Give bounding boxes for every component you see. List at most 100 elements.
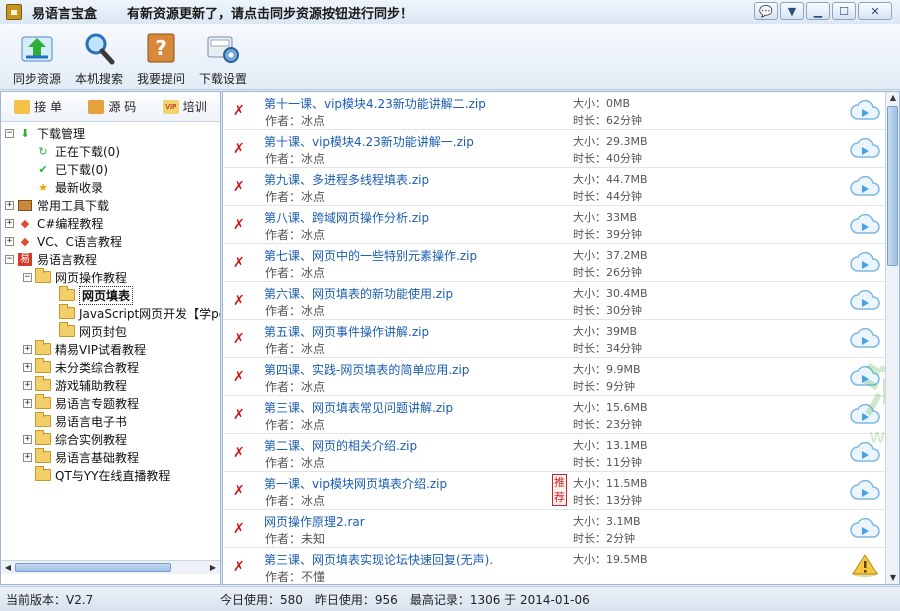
expand-icon[interactable]: +	[23, 344, 32, 354]
tree-node-common-tools[interactable]: + 常用工具下载	[1, 196, 220, 214]
delete-icon[interactable]: ✗	[233, 332, 247, 346]
file-row[interactable]: ✗ 第一课、vip模块网页填表介绍.zip 作者：冰点 推荐 大小：11.5MB 时长：1…	[223, 472, 899, 510]
tree-node-web-fill[interactable]: 网页填表	[1, 285, 220, 305]
tree-node-downloaded[interactable]: ✔ 已下载(0)	[1, 160, 220, 178]
file-row[interactable]: ✗ 第九课、多进程多线程填表.zip 作者：冰点 大小：44.7MB 时长：44分钟	[223, 168, 899, 206]
file-name-link[interactable]: 第三课、网页填表常见问题讲解.zip	[264, 399, 453, 416]
cloud-play-icon[interactable]	[850, 477, 880, 503]
tab-training[interactable]: VIP 培训	[162, 98, 207, 115]
file-name-link[interactable]: 第十课、vip模块4.23新功能讲解一.zip	[264, 133, 474, 150]
tree-node-download-mgmt[interactable]: − ⬇ 下载管理	[1, 124, 220, 142]
scroll-up-icon[interactable]: ▲	[887, 92, 899, 104]
expand-icon[interactable]: +	[23, 380, 32, 390]
tree-node-vc[interactable]: + ◆ VC、C语言教程	[1, 232, 220, 250]
file-name-link[interactable]: 第八课、跨域网页操作分析.zip	[264, 209, 429, 226]
tree-node-ebook[interactable]: 易语言电子书	[1, 412, 220, 430]
local-search-button[interactable]: 本机搜索	[68, 24, 130, 89]
file-list-vertical-scrollbar[interactable]: ▲ ▼	[885, 92, 899, 584]
cloud-play-icon[interactable]	[850, 249, 880, 275]
cloud-play-icon[interactable]	[850, 363, 880, 389]
collapse-icon[interactable]: −	[5, 254, 14, 264]
file-name-link[interactable]: 第六课、网页填表的新功能使用.zip	[264, 285, 453, 302]
file-name-link[interactable]: 第四课、实践-网页填表的简单应用.zip	[264, 361, 469, 378]
tree-node-web-pkg[interactable]: 网页封包	[1, 322, 220, 340]
file-row[interactable]: ✗ 第八课、跨域网页操作分析.zip 作者：冰点 大小：33MB 时长：39分钟	[223, 206, 899, 244]
delete-icon[interactable]: ✗	[233, 484, 247, 498]
delete-icon[interactable]: ✗	[233, 560, 247, 574]
delete-icon[interactable]: ✗	[233, 370, 247, 384]
file-name-link[interactable]: 第三课、网页填表实现论坛快速回复(无声).	[264, 551, 493, 568]
tree-node-csharp[interactable]: + ◆ C#编程教程	[1, 214, 220, 232]
file-name-link[interactable]: 第九课、多进程多线程填表.zip	[264, 171, 429, 188]
file-row[interactable]: ✗ 第六课、网页填表的新功能使用.zip 作者：冰点 大小：30.4MB 时长：30分钟	[223, 282, 899, 320]
tree-node-special[interactable]: + 易语言专题教程	[1, 394, 220, 412]
download-settings-button[interactable]: 下载设置	[192, 24, 254, 89]
file-row[interactable]: ✗ 第二课、网页的相关介绍.zip 作者：冰点 大小：13.1MB 时长：11分钟	[223, 434, 899, 472]
cloud-play-icon[interactable]	[850, 135, 880, 161]
expand-icon[interactable]: +	[23, 398, 32, 408]
collapse-icon[interactable]: −	[23, 272, 32, 282]
cloud-play-icon[interactable]	[850, 515, 880, 541]
collapse-icon[interactable]: −	[5, 128, 14, 138]
cloud-play-icon[interactable]	[850, 97, 880, 123]
delete-icon[interactable]: ✗	[233, 522, 247, 536]
scroll-left-icon[interactable]: ◀	[2, 562, 14, 573]
delete-icon[interactable]: ✗	[233, 408, 247, 422]
feedback-button[interactable]: 💬	[754, 2, 778, 20]
cloud-play-icon[interactable]	[850, 401, 880, 427]
minimize-button[interactable]: ▁	[806, 2, 830, 20]
tree-node-uncat[interactable]: + 未分类综合教程	[1, 358, 220, 376]
expand-icon[interactable]: +	[23, 452, 32, 462]
tree-node-web-ops[interactable]: − 网页操作教程	[1, 268, 220, 286]
file-row[interactable]: ✗ 第十课、vip模块4.23新功能讲解一.zip 作者：冰点 大小：29.3MB 时长…	[223, 130, 899, 168]
file-row[interactable]: ✗ 第十一课、vip模块4.23新功能讲解二.zip 作者：冰点 大小：0MB 时长：6…	[223, 92, 899, 130]
cloud-play-icon[interactable]	[850, 211, 880, 237]
scroll-down-icon[interactable]: ▼	[887, 572, 899, 584]
file-row[interactable]: ✗ 第三课、网页填表常见问题讲解.zip 作者：冰点 大小：15.6MB 时长：23分钟	[223, 396, 899, 434]
tree-node-examples[interactable]: + 综合实例教程	[1, 430, 220, 448]
expand-icon[interactable]: +	[23, 434, 32, 444]
delete-icon[interactable]: ✗	[233, 142, 247, 156]
sync-resources-button[interactable]: 同步资源	[6, 24, 68, 89]
cloud-play-icon[interactable]	[850, 173, 880, 199]
file-name-link[interactable]: 第七课、网页中的一些特别元素操作.zip	[264, 247, 477, 264]
cloud-play-icon[interactable]	[850, 287, 880, 313]
delete-icon[interactable]: ✗	[233, 218, 247, 232]
delete-icon[interactable]: ✗	[233, 180, 247, 194]
tree-node-downloading[interactable]: ↻ 正在下载(0)	[1, 142, 220, 160]
tree-node-live[interactable]: QT与YY在线直播教程	[1, 466, 220, 484]
tree-node-js-web[interactable]: JavaScript网页开发【学po	[1, 304, 220, 322]
file-name-link[interactable]: 第二课、网页的相关介绍.zip	[264, 437, 417, 454]
tree-node-game[interactable]: + 游戏辅助教程	[1, 376, 220, 394]
file-name-link[interactable]: 第五课、网页事件操作讲解.zip	[264, 323, 429, 340]
expand-icon[interactable]: +	[23, 362, 32, 372]
cloud-play-icon[interactable]	[850, 325, 880, 351]
file-row[interactable]: ✗ 第五课、网页事件操作讲解.zip 作者：冰点 大小：39MB 时长：34分钟	[223, 320, 899, 358]
file-name-link[interactable]: 第一课、vip模块网页填表介绍.zip	[264, 475, 447, 492]
maximize-button[interactable]: ☐	[832, 2, 856, 20]
warning-icon[interactable]	[850, 553, 880, 579]
expand-icon[interactable]: +	[5, 236, 14, 246]
file-name-link[interactable]: 第十一课、vip模块4.23新功能讲解二.zip	[264, 95, 486, 112]
delete-icon[interactable]: ✗	[233, 256, 247, 270]
tree-node-vip-trial[interactable]: + 精易VIP试看教程	[1, 340, 220, 358]
scroll-right-icon[interactable]: ▶	[207, 562, 219, 573]
expand-icon[interactable]: +	[5, 200, 14, 210]
file-row[interactable]: ✗ 网页操作原理2.rar 作者：未知 大小：3.1MB 时长：2分钟	[223, 510, 899, 548]
file-name-link[interactable]: 网页操作原理2.rar	[264, 513, 365, 530]
tree-node-basics[interactable]: + 易语言基础教程	[1, 448, 220, 466]
file-row[interactable]: ✗ 第三课、网页填表实现论坛快速回复(无声). 作者：不懂 大小：19.5MB	[223, 548, 899, 584]
close-button[interactable]: ✕	[858, 2, 892, 20]
expand-icon[interactable]: +	[5, 218, 14, 228]
tree-node-latest[interactable]: ★ 最新收录	[1, 178, 220, 196]
tab-orders[interactable]: 接 单	[14, 98, 62, 115]
ask-question-button[interactable]: ? 我要提问	[130, 24, 192, 89]
menu-dropdown-button[interactable]: ▼	[780, 2, 804, 20]
tree-horizontal-scrollbar[interactable]: ◀ ▶	[1, 560, 220, 574]
file-row[interactable]: ✗ 第七课、网页中的一些特别元素操作.zip 作者：冰点 大小：37.2MB 时长：26…	[223, 244, 899, 282]
tab-source[interactable]: 源 码	[88, 98, 136, 115]
scroll-thumb[interactable]	[887, 106, 898, 266]
delete-icon[interactable]: ✗	[233, 104, 247, 118]
delete-icon[interactable]: ✗	[233, 294, 247, 308]
file-row[interactable]: ✗ 第四课、实践-网页填表的简单应用.zip 作者：冰点 大小：9.9MB 时长：9分钟	[223, 358, 899, 396]
